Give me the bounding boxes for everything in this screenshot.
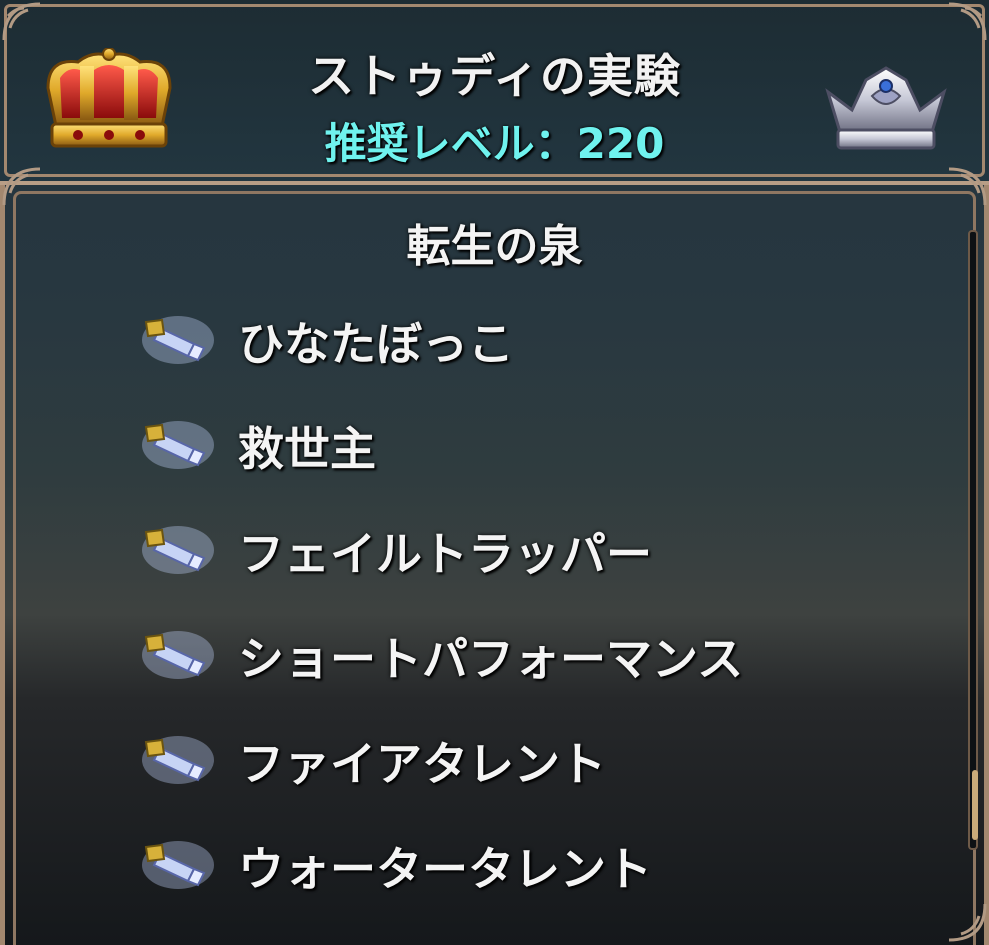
scrollbar-thumb[interactable] (972, 770, 978, 840)
list-item-label: フェイルトラッパー (238, 527, 652, 581)
crystal-scroll-icon (142, 841, 214, 889)
list-item[interactable]: ひなたぼっこ (138, 300, 898, 380)
crystal-scroll-icon (142, 421, 214, 469)
crystal-scroll-icon (142, 631, 214, 679)
crystal-scroll-icon (142, 736, 214, 784)
corner-ornament-icon (2, 2, 41, 41)
list-item-label: ショートパフォーマンス (238, 632, 744, 686)
list-item-label: ひなたぼっこ (238, 317, 514, 371)
crystal-scroll-icon (142, 526, 214, 574)
list-item[interactable]: 救世主 (138, 405, 898, 485)
list-item[interactable]: ウォータータレント (138, 825, 898, 905)
list-item-label: ウォータータレント (238, 842, 652, 896)
list-item-label: 救世主 (238, 422, 376, 476)
corner-ornament-icon (948, 2, 987, 41)
list-item[interactable]: ファイアタレント (138, 720, 898, 800)
list-item[interactable]: フェイルトラッパー (138, 510, 898, 590)
recommended-level: 推奨レベル：220 (324, 119, 665, 168)
corner-ornament-icon (948, 167, 987, 206)
crystal-scroll-icon (142, 316, 214, 364)
section-title: 転生の泉 (406, 221, 583, 272)
list-item-label: ファイアタレント (238, 737, 606, 791)
corner-ornament-icon (948, 903, 987, 942)
scrollbar-track[interactable] (968, 230, 978, 850)
stage-title: ストゥディの実験 (308, 49, 681, 103)
corner-ornament-icon (2, 167, 41, 206)
game-screen: ストゥディの実験 推奨レベル：220 転生の泉 ひなたぼっこ 救世主 フェイルト… (0, 0, 989, 945)
list-item[interactable]: ショートパフォーマンス (138, 615, 898, 695)
